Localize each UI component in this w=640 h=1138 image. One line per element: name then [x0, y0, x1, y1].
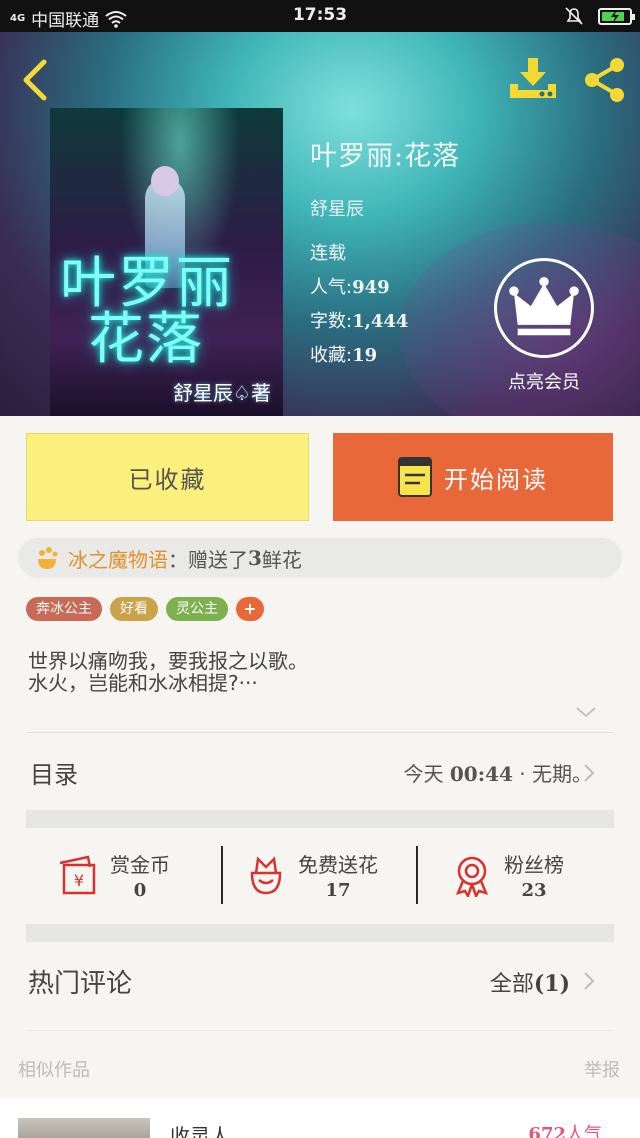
rosette-icon [455, 856, 489, 897]
similar-work-popularity: 672人气 [528, 1124, 602, 1138]
cover-author-art: 舒星辰♤著 [173, 381, 271, 405]
all-comments-link[interactable]: 全部(1) [490, 966, 570, 998]
book-popularity: 人气:949 [310, 277, 390, 298]
book-cover[interactable]: 叶罗丽 花落 舒星辰♤著 [50, 108, 283, 416]
ticker-count: 3 [248, 546, 262, 570]
back-arrow-icon[interactable] [18, 58, 50, 102]
catalog-label[interactable]: 目录 [30, 755, 78, 790]
section-spacer [26, 924, 614, 942]
tag[interactable]: 灵公主 [166, 597, 228, 621]
start-reading-button[interactable]: 开始阅读 [333, 433, 613, 521]
divider [26, 732, 614, 733]
crown-icon[interactable] [494, 258, 594, 358]
tag-list: 奔冰公主 好看 灵公主 + [26, 597, 264, 621]
favorited-label: 已收藏 [128, 465, 207, 494]
clock: 17:53 [292, 5, 348, 25]
hot-comments-label: 热门评论 [28, 969, 133, 999]
status-bar: 4G 中国联通 17:53 [0, 0, 640, 32]
cover-title-art: 叶罗丽 花落 [60, 251, 234, 372]
red-envelope-icon: ¥ [59, 855, 96, 895]
stat-separator [221, 846, 223, 904]
ticker-suffix: 鲜花 [261, 547, 302, 572]
report-link[interactable]: 举报 [584, 1056, 620, 1082]
vip-label[interactable]: 点亮会员 [494, 368, 594, 394]
similar-work-item[interactable]: 收灵人 672人气 [0, 1098, 640, 1138]
free-flowers-item[interactable]: 免费送花 17 [244, 845, 378, 905]
chevron-right-icon[interactable] [582, 970, 596, 992]
book-word-count: 字数:1,444 [310, 311, 409, 332]
book-title: 叶罗丽:花落 [310, 141, 461, 172]
reward-coins-item[interactable]: ¥ 赏金币 0 [56, 845, 170, 905]
chevron-right-icon[interactable] [582, 762, 596, 784]
stat-separator [416, 846, 418, 904]
download-icon[interactable] [508, 56, 558, 102]
book-info: 叶罗丽:花落 舒星辰 连载 人气:949 字数:1,444 收藏:19 [310, 134, 460, 373]
tag[interactable]: 奔冰公主 [26, 597, 102, 621]
section-spacer [26, 810, 614, 828]
divider [26, 1030, 614, 1031]
ticker-prefix: ：赠送了 [168, 547, 248, 572]
catalog-latest-update[interactable]: 今天 00:44 · 无期。 [404, 758, 592, 787]
svg-text:¥: ¥ [74, 871, 84, 890]
flower-gift-icon [38, 547, 58, 569]
start-reading-label: 开始阅读 [444, 465, 548, 494]
mute-bell-icon [565, 7, 583, 25]
similar-work-title: 收灵人 [170, 1124, 230, 1138]
book-intro[interactable]: 世界以痛吻我，要我报之以歌。 水火，岂能和水冰相提?··· [28, 650, 308, 694]
battery-icon [598, 7, 635, 25]
book-icon [398, 457, 432, 497]
ticker-user[interactable]: 冰之魔物语 [68, 544, 168, 573]
fans-ranking-item[interactable]: 粉丝榜 23 [450, 845, 564, 905]
book-favorites: 收藏:19 [310, 345, 378, 366]
gift-ticker[interactable]: 冰之魔物语 ：赠送了 3 鲜花 [18, 538, 622, 578]
add-tag-button[interactable]: + [236, 597, 264, 621]
similar-work-cover [18, 1118, 150, 1138]
book-header: 叶罗丽 花落 舒星辰♤著 叶罗丽:花落 舒星辰 连载 人气:949 字数:1,4… [0, 32, 640, 416]
book-author[interactable]: 舒星辰 [310, 195, 460, 221]
share-icon[interactable] [580, 56, 628, 104]
book-status: 连载 [310, 243, 346, 264]
chevron-down-icon[interactable] [574, 704, 598, 720]
flower-icon [250, 856, 282, 895]
book-meta: 连载 人气:949 字数:1,444 收藏:19 [310, 237, 460, 373]
favorited-button[interactable]: 已收藏 [26, 433, 309, 521]
similar-works-label: 相似作品 [18, 1060, 90, 1081]
tag[interactable]: 好看 [110, 597, 158, 621]
